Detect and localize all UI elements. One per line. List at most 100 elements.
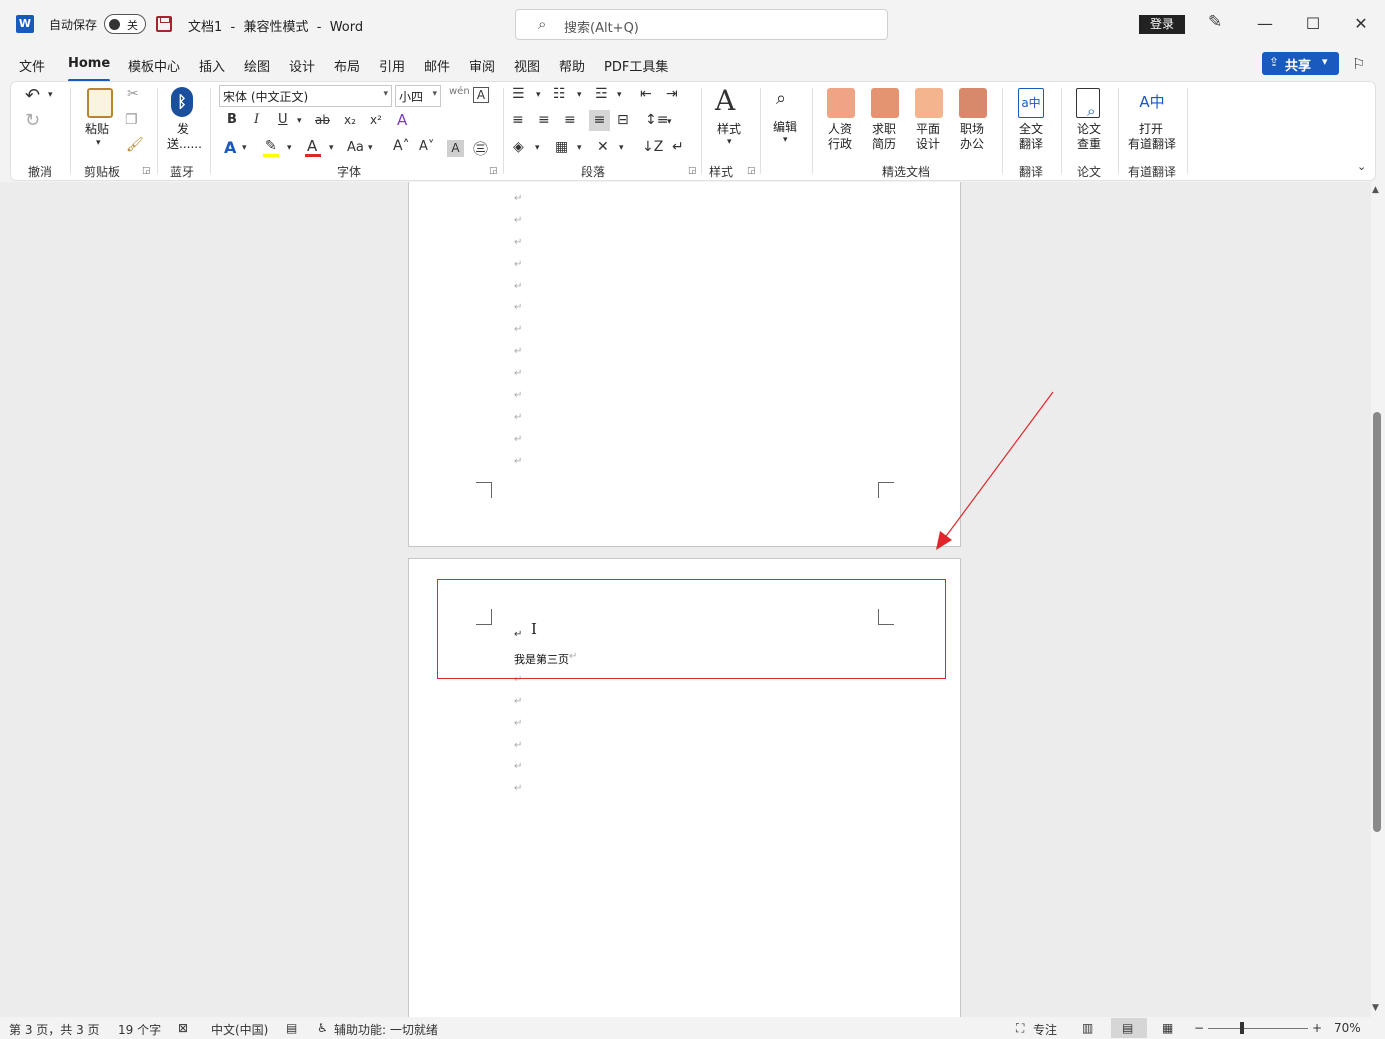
tab-mailings[interactable]: 邮件 [424, 56, 450, 75]
decrease-indent-icon[interactable]: ⇤ [640, 86, 652, 102]
chevron-down-icon[interactable]: ▾ [577, 90, 582, 100]
multilevel-list-icon[interactable]: ☲ [595, 86, 608, 102]
focus-label[interactable]: 专注 [1033, 1021, 1057, 1038]
share-button[interactable]: ⇪ 共享 ▾ [1262, 52, 1339, 75]
phonetic-guide-icon[interactable]: wén [449, 86, 470, 97]
office-label-2[interactable]: 办公 [960, 137, 984, 152]
feedback-icon[interactable]: ⚐ [1352, 55, 1365, 73]
superscript-icon[interactable]: x² [370, 113, 382, 127]
chevron-down-icon[interactable]: ▾ [96, 138, 101, 148]
design-label[interactable]: 平面 [916, 122, 940, 137]
increase-indent-icon[interactable]: ⇥ [666, 86, 678, 102]
format-painter-icon[interactable]: 🖌 [126, 137, 144, 153]
highlight-icon[interactable]: ✎ [265, 138, 277, 154]
chevron-down-icon[interactable]: ▾ [619, 143, 624, 153]
bold-icon[interactable]: B [227, 112, 237, 127]
accessibility-status[interactable]: 辅助功能: 一切就绪 [334, 1021, 438, 1038]
read-mode-icon[interactable]: ▥ [1082, 1021, 1093, 1035]
zoom-slider-track[interactable] [1208, 1028, 1308, 1029]
designer-pen-icon[interactable]: ✎ [1208, 12, 1222, 32]
tab-help[interactable]: 帮助 [559, 56, 585, 75]
align-right-icon[interactable]: ≡ [564, 112, 576, 128]
scroll-down-arrow-icon[interactable]: ▼ [1372, 1003, 1379, 1013]
chevron-down-icon[interactable]: ▾ [727, 137, 732, 147]
paragraph-mark-icon[interactable]: ↵ [672, 139, 684, 155]
youdao-translate-icon[interactable]: A中 [1137, 88, 1167, 116]
save-icon[interactable] [156, 16, 172, 32]
chevron-down-icon[interactable]: ▾ [329, 143, 334, 153]
design-label-2[interactable]: 设计 [916, 137, 940, 152]
align-left-icon[interactable]: ≡ [512, 112, 524, 128]
tab-layout[interactable]: 布局 [334, 56, 360, 75]
ribbon-collapse-chevron-icon[interactable]: ⌄ [1357, 160, 1366, 173]
office-label[interactable]: 职场 [960, 122, 984, 137]
edit-label[interactable]: 编辑 [773, 120, 797, 135]
resume-icon[interactable] [871, 88, 899, 118]
undo-icon[interactable]: ↶ [25, 85, 40, 106]
graphic-design-icon[interactable] [915, 88, 943, 118]
numbering-icon[interactable]: ☷ [553, 86, 566, 102]
tab-view[interactable]: 视图 [514, 56, 540, 75]
send-label-2[interactable]: 送...... [167, 137, 202, 152]
styles-icon[interactable]: A [715, 84, 735, 117]
chevron-down-icon[interactable]: ▾ [297, 116, 302, 126]
chevron-down-icon[interactable]: ▾ [287, 143, 292, 153]
send-label[interactable]: 发 [177, 122, 189, 137]
check-label-2[interactable]: 查重 [1077, 137, 1101, 152]
tab-home[interactable]: Home [68, 56, 111, 82]
borders-icon[interactable]: ▦ [555, 139, 568, 155]
char-border-icon[interactable]: A [473, 87, 489, 103]
shrink-font-icon[interactable]: A˅ [419, 139, 434, 154]
chevron-down-icon[interactable]: ▾ [368, 143, 373, 153]
font-color-icon[interactable]: A [307, 137, 317, 155]
copy-icon[interactable]: ❐ [125, 112, 138, 128]
hr-admin-icon[interactable] [827, 88, 855, 118]
dialog-launcher-icon[interactable]: ◲ [747, 166, 756, 176]
tab-pdf-tools[interactable]: PDF工具集 [604, 56, 668, 75]
full-translate-icon[interactable]: a中 [1018, 88, 1044, 118]
resume-label[interactable]: 求职 [872, 122, 896, 137]
office-briefcase-icon[interactable] [959, 88, 987, 118]
chinese-layout-icon[interactable]: ✕ [597, 139, 609, 155]
chevron-down-icon[interactable]: ▾ [535, 143, 540, 153]
bluetooth-icon[interactable]: ᛒ [171, 87, 193, 117]
font-name-select[interactable]: 宋体 (中文正文) ▾ [219, 85, 392, 107]
chevron-down-icon[interactable]: ▾ [577, 143, 582, 153]
maximize-button[interactable]: ☐ [1293, 10, 1333, 38]
chevron-down-icon[interactable]: ▾ [617, 90, 622, 100]
text-effects-icon[interactable]: A [224, 138, 236, 157]
enclose-char-icon[interactable]: ㊂ [473, 138, 488, 159]
scrollbar-thumb[interactable] [1373, 412, 1381, 832]
document-canvas[interactable]: ↵ ↵ ↵ ↵ ↵ ↵ ↵ ↵ ↵ ↵ ↵ ↵ ↵ ↵ 我是第三页 ↵ ↵ ↵ … [0, 182, 1371, 1017]
dialog-launcher-icon[interactable]: ◲ [688, 166, 697, 176]
print-layout-icon[interactable]: ▤ [1122, 1021, 1133, 1035]
page-info[interactable]: 第 3 页，共 3 页 [9, 1021, 100, 1038]
tab-template-center[interactable]: 模板中心 [128, 56, 180, 75]
line-spacing-icon[interactable]: ↕≡ [645, 112, 668, 128]
focus-icon[interactable]: ⛶ [1016, 1021, 1024, 1036]
subscript-icon[interactable]: x₂ [344, 113, 356, 127]
tab-review[interactable]: 审阅 [469, 56, 495, 75]
chevron-down-icon[interactable]: ▾ [536, 90, 541, 100]
distributed-icon[interactable]: ⊟ [617, 112, 629, 128]
close-button[interactable]: ✕ [1341, 10, 1381, 38]
chevron-down-icon[interactable]: ▾ [242, 143, 247, 153]
tab-draw[interactable]: 绘图 [244, 56, 270, 75]
zoom-out-button[interactable]: − [1194, 1021, 1204, 1035]
chevron-down-icon[interactable]: ▾ [783, 135, 788, 145]
sort-icon[interactable]: ↓Z [642, 139, 663, 155]
tab-insert[interactable]: 插入 [199, 56, 225, 75]
chevron-down-icon[interactable]: ▾ [48, 90, 53, 100]
dialog-launcher-icon[interactable]: ◲ [142, 166, 151, 176]
align-center-icon[interactable]: ≡ [538, 112, 550, 128]
change-case-icon[interactable]: Aa [347, 140, 364, 155]
hr-label[interactable]: 人资 [828, 122, 852, 137]
grow-font-icon[interactable]: A˄ [393, 138, 410, 154]
check-label[interactable]: 论文 [1077, 122, 1101, 137]
search-input[interactable]: ⌕ 搜索(Alt+Q) [515, 9, 888, 40]
paste-label[interactable]: 粘贴 [85, 122, 109, 137]
underline-icon[interactable]: U [278, 112, 288, 127]
font-size-select[interactable]: 小四 ▾ [395, 85, 441, 107]
styles-label[interactable]: 样式 [717, 122, 741, 137]
zoom-in-button[interactable]: + [1312, 1021, 1322, 1035]
